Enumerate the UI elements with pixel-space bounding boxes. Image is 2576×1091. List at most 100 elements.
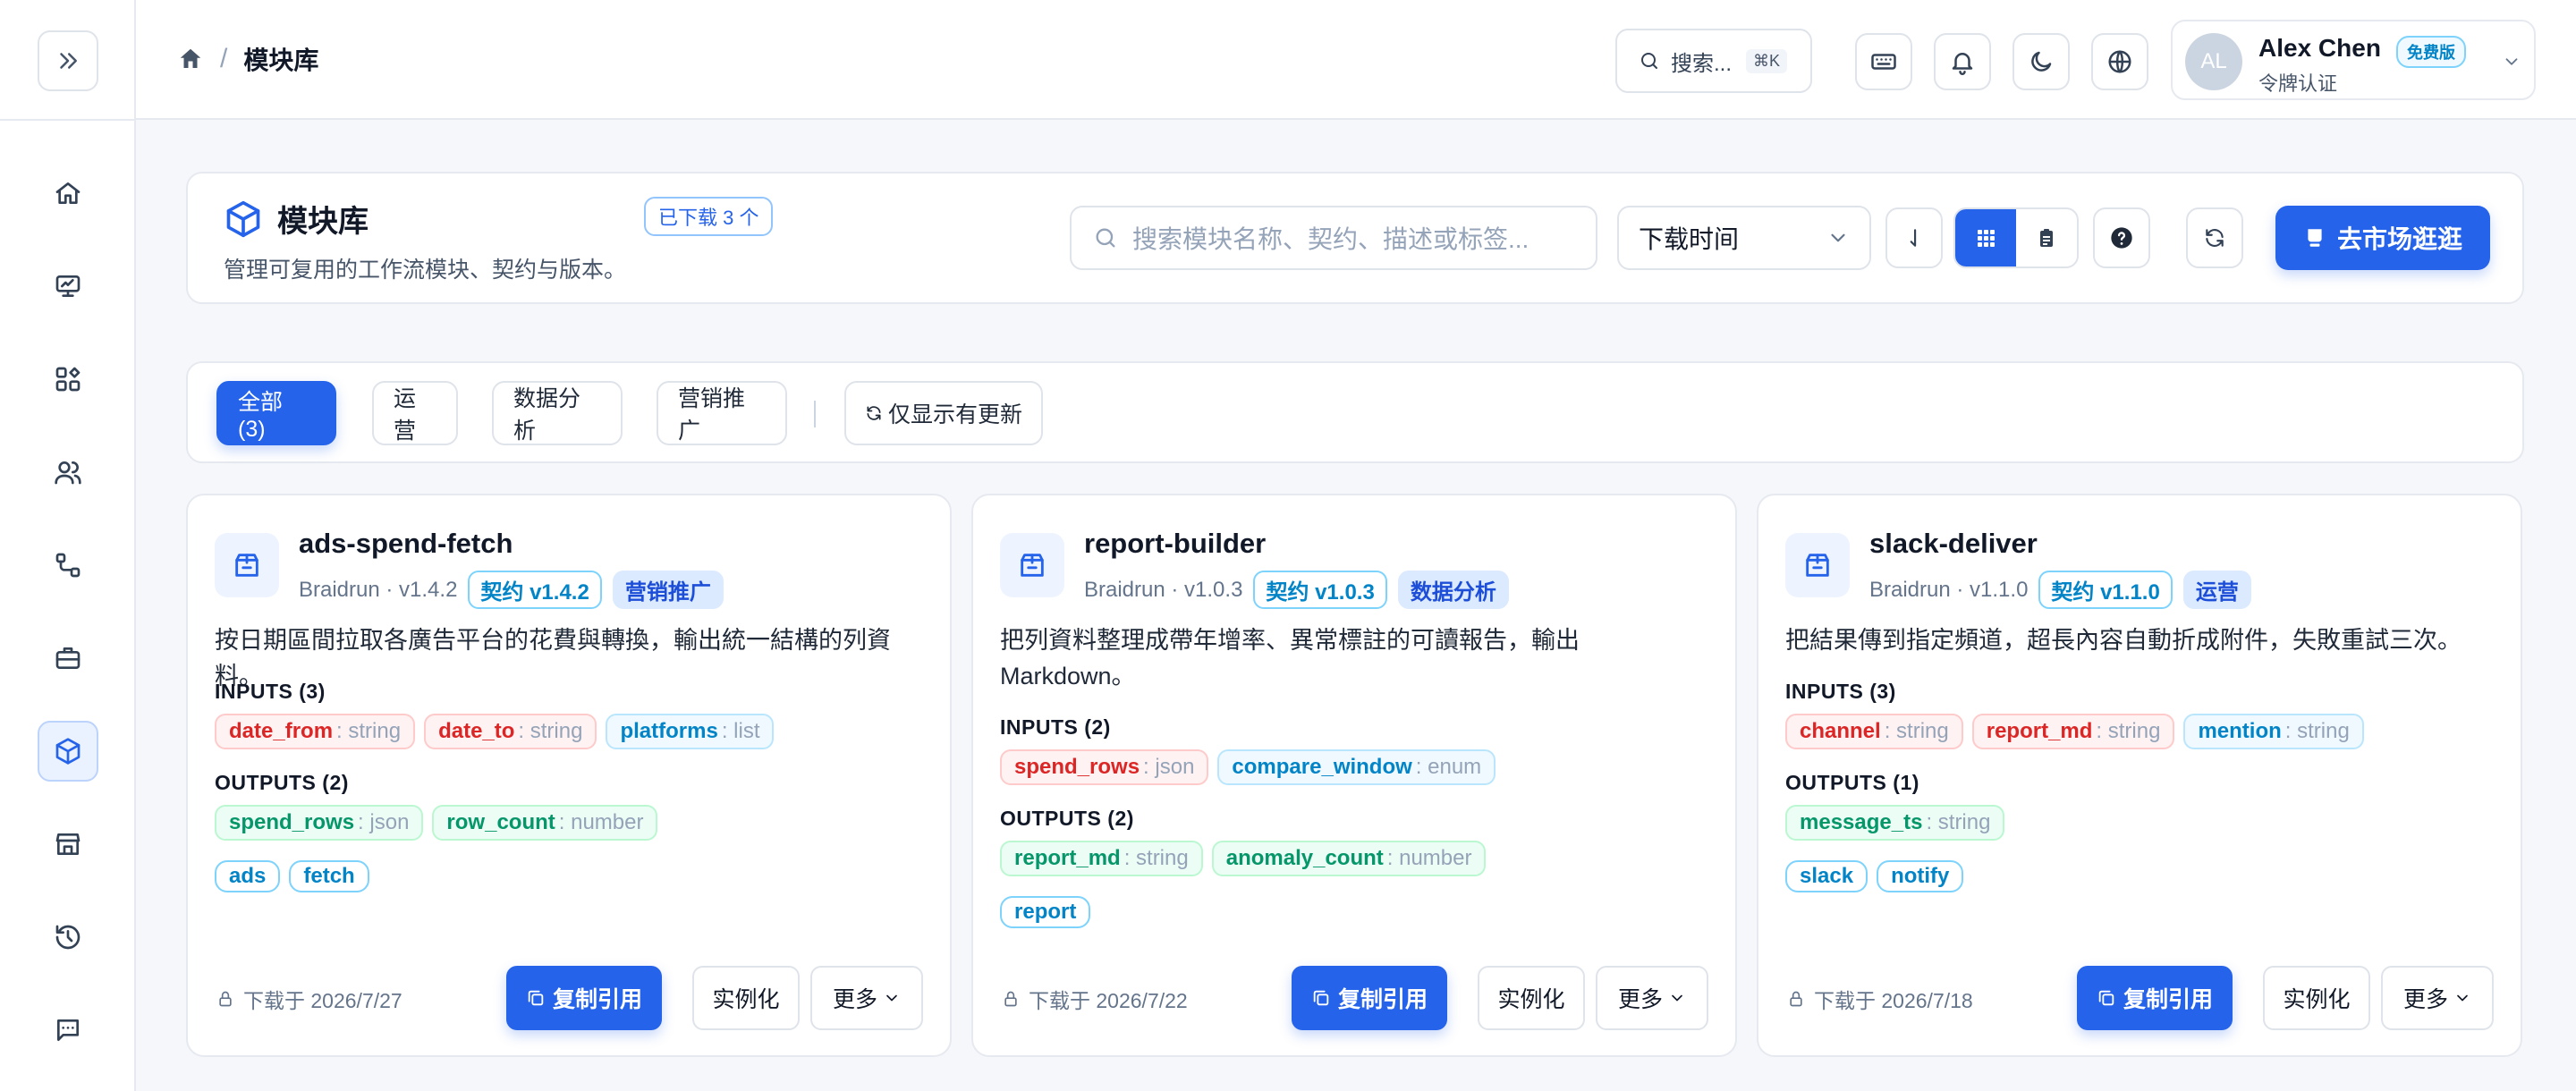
- more-label: 更多: [1617, 987, 1663, 1012]
- module-tag[interactable]: notify: [1877, 860, 1964, 892]
- output-param-name: spend_rows: [229, 810, 355, 834]
- module-tag[interactable]: slack: [1785, 860, 1868, 892]
- download-date: 下载于 2026/7/27: [216, 984, 402, 1014]
- module-meta-row: Braidrun · v1.0.3 契约 v1.0.3 数据分析: [1084, 571, 1509, 609]
- tag-list: ads fetch: [215, 860, 369, 892]
- module-icon: [1785, 533, 1850, 597]
- outputs-list: message_ts: string: [1785, 805, 2005, 841]
- copy-icon: [528, 990, 544, 1006]
- copy-reference-button[interactable]: 复制引用: [506, 966, 662, 1030]
- module-name[interactable]: slack-deliver: [1869, 528, 2038, 560]
- module-name[interactable]: report-builder: [1084, 528, 1266, 560]
- workflow-icon: [55, 553, 80, 578]
- download-date: 下载于 2026/7/22: [1002, 984, 1188, 1014]
- list-view-button[interactable]: [2016, 209, 2077, 266]
- filter-ops[interactable]: 运营: [372, 381, 458, 445]
- category-filter-bar: 全部 (3) 运营 数据分析 营销推广 仅显示有更新: [186, 361, 2524, 463]
- top-bar: / 模块库 搜索... ⌘K AL Alex Chen 免费版 令牌认证: [136, 0, 2576, 120]
- category-badge: 运营: [2182, 571, 2251, 609]
- sidebar-item-messages[interactable]: [38, 1000, 98, 1061]
- instantiate-button[interactable]: 实例化: [2263, 966, 2370, 1030]
- breadcrumb-home-link[interactable]: [177, 46, 204, 72]
- module-icon: [215, 533, 279, 597]
- sidebar-item-users[interactable]: [38, 442, 98, 503]
- keyboard-icon: [1871, 54, 1896, 70]
- input-param-name: mention: [2198, 719, 2282, 743]
- copy-reference-button[interactable]: 复制引用: [1292, 966, 1447, 1030]
- theme-toggle-button[interactable]: [2012, 33, 2070, 90]
- category-badge: 数据分析: [1397, 571, 1509, 609]
- output-param-name: report_md: [1014, 846, 1121, 870]
- sidebar-item-modules[interactable]: [38, 721, 98, 782]
- grid-view-button[interactable]: [1955, 209, 2016, 266]
- input-param-type: : string: [2284, 719, 2350, 743]
- module-search-input[interactable]: 搜索模块名称、契约、描述或标签...: [1070, 206, 1597, 270]
- lock-icon: [1790, 991, 1802, 1007]
- help-icon: [2111, 227, 2132, 249]
- input-param-type: : string: [336, 719, 402, 743]
- more-label: 更多: [832, 987, 877, 1012]
- module-card: slack-deliver Braidrun · v1.1.0 契约 v1.1.…: [1757, 494, 2522, 1057]
- input-param: compare_window: enum: [1217, 749, 1496, 785]
- filter-all[interactable]: 全部 (3): [216, 381, 336, 445]
- sort-direction-button[interactable]: [1885, 207, 1943, 268]
- chevrons-right-icon: [60, 53, 77, 69]
- input-param: mention: string: [2183, 714, 2364, 749]
- sidebar-item-toolbox[interactable]: [38, 628, 98, 689]
- sidebar-expand-button[interactable]: [38, 30, 98, 91]
- more-label: 更多: [2402, 987, 2448, 1012]
- copy-reference-label: 复制引用: [1337, 987, 1428, 1012]
- page-subtitle: 管理可复用的工作流模块、契约与版本。: [224, 258, 627, 283]
- module-tag[interactable]: ads: [215, 860, 281, 892]
- outputs-label: OUTPUTS (1): [1785, 771, 1919, 794]
- input-param-name: spend_rows: [1014, 755, 1140, 779]
- filter-analytics[interactable]: 数据分析: [492, 381, 623, 445]
- download-date-text: 下载于 2026/7/18: [1814, 989, 1973, 1012]
- input-param-type: : string: [518, 719, 583, 743]
- copy-reference-button[interactable]: 复制引用: [2077, 966, 2233, 1030]
- sort-select[interactable]: 下载时间: [1617, 206, 1871, 270]
- more-button[interactable]: 更多: [1596, 966, 1708, 1030]
- package-icon: [1806, 554, 1829, 577]
- input-param: date_to: string: [424, 714, 597, 749]
- plan-badge: 免费版: [2396, 36, 2466, 68]
- input-param: date_from: string: [215, 714, 416, 749]
- search-shortcut: ⌘K: [1746, 48, 1788, 73]
- module-tag[interactable]: fetch: [289, 860, 369, 892]
- sidebar-item-home[interactable]: [38, 163, 98, 224]
- go-to-market-button[interactable]: 去市场逛逛: [2275, 206, 2490, 270]
- module-card: ads-spend-fetch Braidrun · v1.4.2 契约 v1.…: [186, 494, 952, 1057]
- input-param: channel: string: [1785, 714, 1963, 749]
- sidebar-item-market[interactable]: [38, 814, 98, 875]
- module-icon: [1000, 533, 1064, 597]
- instantiate-button[interactable]: 实例化: [692, 966, 800, 1030]
- more-button[interactable]: 更多: [810, 966, 923, 1030]
- filter-updates-only[interactable]: 仅显示有更新: [844, 381, 1043, 445]
- user-menu[interactable]: AL Alex Chen 免费版 令牌认证: [2171, 20, 2536, 100]
- outputs-list: spend_rows: json row_count: number: [215, 805, 658, 841]
- sidebar-item-dashboard[interactable]: [38, 256, 98, 317]
- output-param-type: : json: [358, 810, 410, 834]
- monitor-chart-icon: [55, 275, 80, 297]
- global-search-button[interactable]: 搜索... ⌘K: [1615, 29, 1812, 93]
- instantiate-button[interactable]: 实例化: [1478, 966, 1585, 1030]
- module-tag[interactable]: report: [1000, 896, 1091, 928]
- copy-icon: [2098, 990, 2114, 1006]
- output-param-name: message_ts: [1800, 810, 1923, 834]
- copy-reference-label: 复制引用: [2123, 987, 2213, 1012]
- filter-marketing[interactable]: 营销推广: [657, 381, 787, 445]
- sidebar-item-history[interactable]: [38, 907, 98, 968]
- refresh-button[interactable]: [2186, 207, 2243, 268]
- language-button[interactable]: [2091, 33, 2148, 90]
- more-button[interactable]: 更多: [2381, 966, 2494, 1030]
- module-name[interactable]: ads-spend-fetch: [299, 528, 513, 560]
- sidebar-item-workflows[interactable]: [38, 535, 98, 596]
- sort-select-value: 下载时间: [1639, 225, 1740, 253]
- inputs-list: date_from: string date_to: string platform…: [215, 714, 775, 749]
- keyboard-shortcuts-button[interactable]: [1855, 33, 1912, 90]
- sidebar-item-apps[interactable]: [38, 349, 98, 410]
- global-search-label: 搜索...: [1671, 51, 1733, 76]
- module-meta-row: Braidrun · v1.1.0 契约 v1.1.0 运营: [1869, 571, 2251, 609]
- help-button[interactable]: [2093, 207, 2150, 268]
- notifications-button[interactable]: [1934, 33, 1991, 90]
